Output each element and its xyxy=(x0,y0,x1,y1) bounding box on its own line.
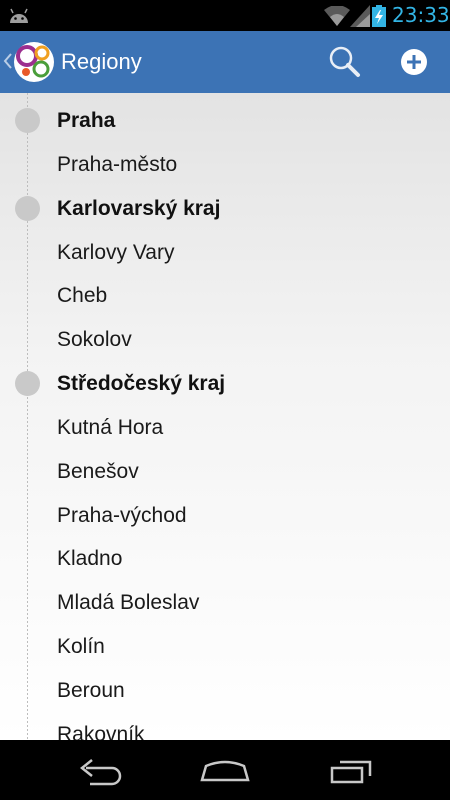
region-label: Beroun xyxy=(57,678,125,702)
region-label: Karlovarský kraj xyxy=(57,196,221,220)
app-logo[interactable] xyxy=(13,41,55,83)
signal-icon xyxy=(350,5,370,27)
region-list-item[interactable]: Rakovník xyxy=(0,712,450,740)
recents-icon[interactable] xyxy=(326,754,376,788)
navigation-bar xyxy=(0,740,450,800)
chevron-left-icon[interactable] xyxy=(3,52,13,70)
home-icon[interactable] xyxy=(198,754,252,788)
region-label: Praha xyxy=(57,109,116,132)
region-group-header[interactable]: Středočeský kraj xyxy=(0,361,450,405)
timeline-dot xyxy=(15,195,40,221)
region-list-item[interactable]: Praha-východ xyxy=(0,493,450,537)
battery-charging-icon xyxy=(372,5,386,27)
action-bar: Regiony xyxy=(0,31,450,93)
region-label: Rakovník xyxy=(57,722,145,740)
region-label: Kutná Hora xyxy=(57,415,164,439)
timeline-dot xyxy=(15,108,40,133)
region-label: Praha-východ xyxy=(57,503,187,527)
region-list-item[interactable]: Praha-město xyxy=(0,142,450,186)
region-label: Středočeský kraj xyxy=(57,372,226,396)
clock: 23:33 xyxy=(392,3,450,27)
page-title: Regiony xyxy=(61,49,142,74)
timeline-dot xyxy=(15,371,40,397)
region-list-item[interactable]: Kutná Hora xyxy=(0,405,450,449)
region-label: Praha-město xyxy=(57,152,178,176)
add-button[interactable] xyxy=(392,42,436,82)
region-list: Praha Praha-město Karlovarský kraj Karlovy … xyxy=(0,98,450,740)
region-list-item[interactable]: Kladno xyxy=(0,536,450,580)
add-icon xyxy=(401,49,427,75)
region-list-item[interactable]: Kolín xyxy=(0,624,450,668)
android-notification-icon xyxy=(10,8,28,23)
region-list-item[interactable]: Karlovy Vary xyxy=(0,230,450,274)
region-label: Mladá Boleslav xyxy=(57,591,200,615)
back-icon[interactable] xyxy=(76,754,126,788)
region-group-header[interactable]: Praha xyxy=(0,98,450,142)
region-list-item[interactable]: Cheb xyxy=(0,273,450,317)
region-list-item[interactable]: Beroun xyxy=(0,668,450,712)
region-list-item[interactable]: Mladá Boleslav xyxy=(0,580,450,624)
region-list-item[interactable]: Benešov xyxy=(0,449,450,493)
region-list-panel[interactable]: Praha Praha-město Karlovarský kraj Karlovy … xyxy=(0,93,450,740)
search-icon xyxy=(329,46,360,77)
region-label: Kladno xyxy=(57,547,123,571)
region-label: Karlovy Vary xyxy=(57,240,175,264)
region-list-item[interactable]: Sokolov xyxy=(0,317,450,361)
wifi-icon xyxy=(324,6,350,26)
status-bar: 23:33 xyxy=(0,0,450,31)
region-label: Benešov xyxy=(57,459,139,483)
search-button[interactable] xyxy=(322,42,366,82)
region-group-header[interactable]: Karlovarský kraj xyxy=(0,186,450,230)
region-label: Kolín xyxy=(57,635,105,659)
region-label: Cheb xyxy=(57,284,108,308)
region-label: Sokolov xyxy=(57,328,132,352)
